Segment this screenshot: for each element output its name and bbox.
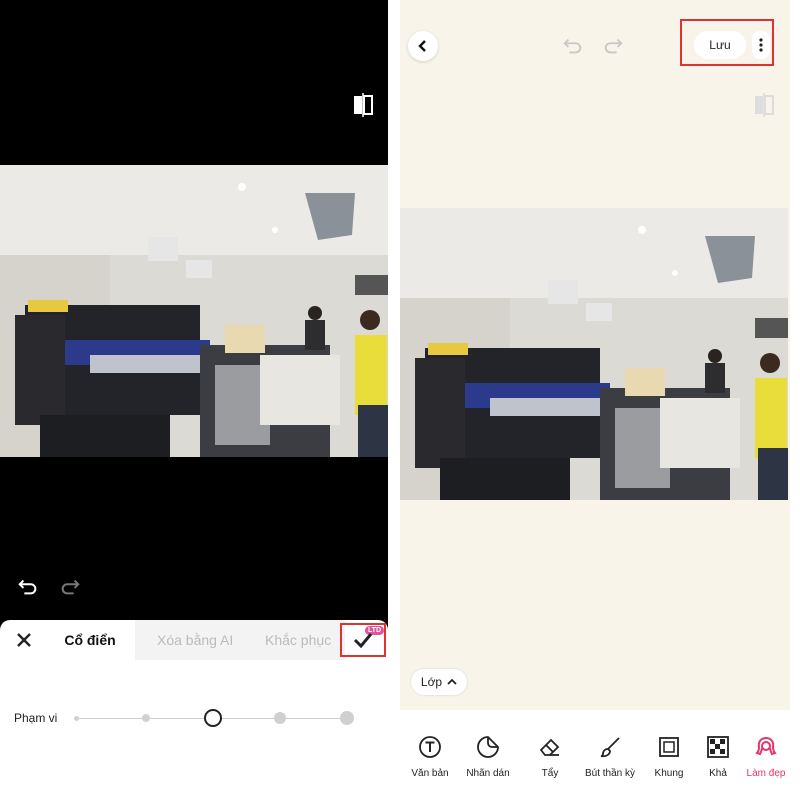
compare-icon[interactable] [751,92,777,118]
tab-ai-erase[interactable]: Xóa bằng AI LTD Khắc phục [135,620,385,660]
save-actions: Lưu [680,19,774,66]
redo-icon[interactable] [58,575,82,599]
compare-icon[interactable] [350,92,376,118]
brush-icon [597,734,623,760]
back-button[interactable] [408,31,438,61]
range-label: Phạm vi [14,711,58,725]
confirm-button[interactable] [340,623,386,657]
tab-repair-label[interactable]: Khắc phục [265,632,331,648]
tool-eraser-label: Tẩy [541,768,559,779]
tool-magic-brush-label: Bút thần kỳ [584,768,636,779]
tool-text[interactable]: Văn bản [400,734,460,779]
chevron-up-icon [447,678,457,685]
tool-frame-label: Khung [654,768,684,779]
undo-redo-group [16,575,82,599]
close-icon[interactable] [12,628,36,652]
save-button[interactable]: Lưu [694,31,746,59]
tab-ai-erase-label: Xóa bằng AI [157,632,234,648]
frame-icon [656,734,682,760]
photo-canvas[interactable] [0,165,388,457]
eraser-mode-tabs: Cổ điển Xóa bằng AI LTD Khắc phục [0,620,388,660]
tool-eraser[interactable]: Tẩy [520,734,580,779]
eraser-icon [537,734,563,760]
chevron-left-icon [418,40,426,52]
tool-text-label: Văn bản [411,768,449,779]
mosaic-icon [705,734,731,760]
tool-beauty-label: Làm đẹp [746,768,786,779]
range-step-1[interactable] [74,716,79,721]
undo-icon[interactable] [561,34,585,58]
tool-frame[interactable]: Khung [639,734,699,779]
layer-button[interactable]: Lớp [411,669,467,695]
tool-magic-brush[interactable]: Bút thần kỳ [580,734,640,779]
undo-icon[interactable] [16,575,40,599]
tool-sticker[interactable]: Nhãn dán [458,734,518,779]
tools-toolbar: Văn bản Nhãn dán Tẩy Bút thần kỳ Khung K… [400,710,790,797]
range-step-5[interactable] [340,711,354,725]
tool-beauty[interactable]: Làm đẹp [736,734,790,779]
redo-icon[interactable] [601,34,625,58]
tool-mosaic[interactable]: Khả [698,734,738,779]
range-slider-thumb[interactable] [204,709,222,727]
photo-canvas[interactable] [400,208,788,500]
tab-classic[interactable]: Cổ điển [45,620,135,660]
eraser-options-sheet: Cổ điển Xóa bằng AI LTD Khắc phục Phạm v… [0,620,388,797]
beauty-icon [753,734,779,760]
tool-mosaic-label: Khả [709,768,727,779]
range-slider-row: Phạm vi [14,706,374,730]
layer-label: Lớp [420,675,443,689]
photo-editor-panel: Lưu Lớp Văn bản Nhãn dán Tẩy Bút thần kỳ… [400,0,790,797]
more-options-icon[interactable] [752,31,770,59]
sticker-icon [475,734,501,760]
text-icon [417,734,443,760]
eraser-editor-panel: Cổ điển Xóa bằng AI LTD Khắc phục Phạm v… [0,0,388,797]
tool-sticker-label: Nhãn dán [466,768,510,779]
range-step-2[interactable] [142,714,150,722]
range-step-4[interactable] [274,712,286,724]
